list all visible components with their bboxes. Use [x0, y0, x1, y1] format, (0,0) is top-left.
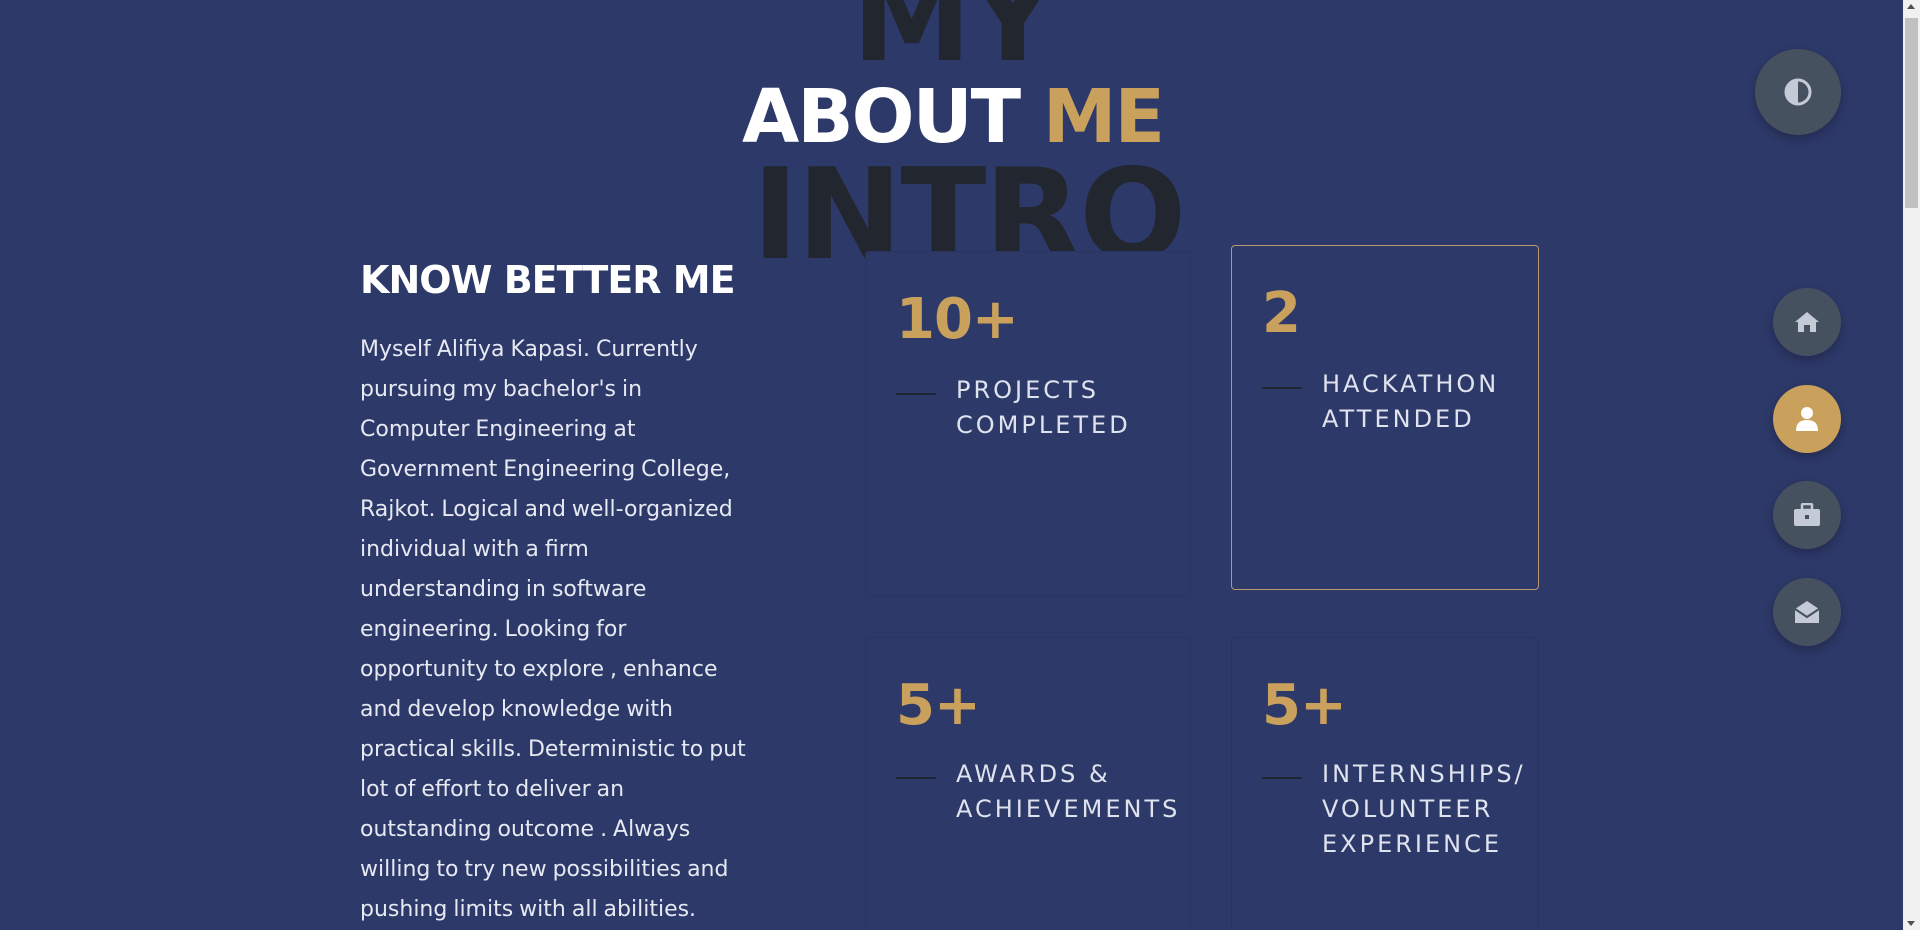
stat-label: HACKATHON ATTENDED — [1322, 370, 1500, 433]
scrollbar-thumb[interactable] — [1905, 18, 1918, 208]
stat-card-awards: 5+ AWARDS & ACHIEVEMENTS — [865, 637, 1191, 930]
stat-value: 10+ — [896, 287, 1019, 352]
envelope-open-icon — [1794, 601, 1820, 623]
about-heading: KNOW BETTER ME — [360, 258, 736, 302]
stat-card-projects: 10+ PROJECTS COMPLETED — [865, 251, 1191, 596]
user-icon — [1796, 407, 1818, 431]
stat-dash — [1262, 777, 1302, 779]
nav-portfolio-button[interactable] — [1773, 481, 1841, 549]
stat-value: 5+ — [1262, 673, 1347, 738]
scroll-down-arrow-icon[interactable] — [1907, 921, 1915, 926]
stat-value: 5+ — [896, 673, 981, 738]
page-title: ABOUT ME — [742, 80, 1165, 154]
nav-home-button[interactable] — [1773, 288, 1841, 356]
nav-contact-button[interactable] — [1773, 578, 1841, 646]
page-title-main: ABOUT — [742, 74, 1021, 160]
half-circle-icon — [1784, 78, 1812, 106]
stat-dash — [896, 393, 936, 395]
background-word-my: MY — [852, 0, 1056, 89]
briefcase-icon — [1794, 503, 1820, 526]
nav-about-button[interactable] — [1773, 385, 1841, 453]
stat-label: AWARDS & ACHIEVEMENTS — [956, 760, 1181, 823]
theme-toggle-button[interactable] — [1755, 49, 1841, 135]
stat-card-internships: 5+ INTERNSHIPS/ VOLUNTEER EXPERIENCE — [1231, 637, 1539, 930]
about-paragraph: Myself Alifiya Kapasi. Currently pursuin… — [360, 337, 746, 922]
home-icon — [1795, 312, 1819, 332]
stat-label: PROJECTS COMPLETED — [956, 376, 1131, 439]
stat-label: INTERNSHIPS/ VOLUNTEER EXPERIENCE — [1322, 760, 1526, 858]
stat-dash — [896, 777, 936, 779]
page-scrollbar[interactable] — [1903, 0, 1920, 930]
stat-value: 2 — [1262, 281, 1301, 346]
about-intro: KNOW BETTER ME Myself Alifiya Kapasi. Cu… — [360, 258, 750, 930]
page-title-accent: ME — [1042, 74, 1165, 160]
stat-dash — [1262, 387, 1302, 389]
about-page: MY INTRO ABOUT ME KNOW BETTER ME Myself … — [0, 0, 1920, 930]
scroll-up-arrow-icon[interactable] — [1907, 4, 1915, 9]
stat-card-hackathon: 2 HACKATHON ATTENDED — [1231, 245, 1539, 590]
